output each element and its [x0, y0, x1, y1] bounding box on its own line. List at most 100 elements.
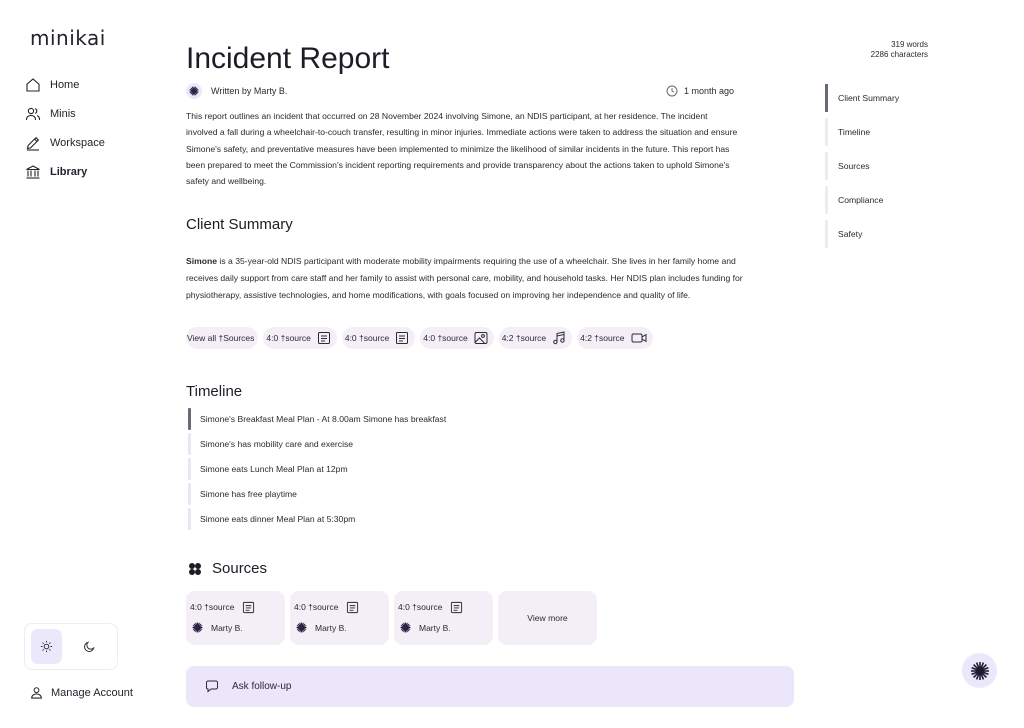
- intro-paragraph: This report outlines an incident that oc…: [186, 111, 738, 187]
- chip-label: 4:2 †source: [580, 333, 625, 343]
- source-card[interactable]: 4:0 †source Marty B.: [394, 591, 493, 645]
- toc-item-label: Safety: [838, 229, 863, 239]
- toc-item-client-summary[interactable]: Client Summary: [825, 84, 899, 112]
- document-icon: [346, 601, 359, 614]
- sidebar-item-workspace[interactable]: Workspace: [24, 128, 105, 157]
- sidebar-item-home[interactable]: Home: [24, 70, 105, 99]
- starburst-icon: [189, 86, 199, 96]
- sidebar-item-label: Library: [50, 165, 88, 178]
- source-card-label: 4:0 †source: [398, 602, 443, 612]
- manage-account-link[interactable]: Manage Account: [30, 686, 133, 699]
- source-chip[interactable]: 4:0 †source: [263, 327, 337, 349]
- source-card-author: Marty B.: [315, 622, 347, 633]
- video-icon: [631, 331, 647, 345]
- dark-mode-button[interactable]: [74, 629, 105, 664]
- starburst-icon: [970, 661, 990, 681]
- source-chip[interactable]: 4:0 †source: [341, 327, 416, 349]
- timestamp-label: 1 month ago: [683, 86, 734, 96]
- main-nav: Home Minis Workspace Library: [24, 70, 105, 186]
- client-name: Simone: [186, 256, 218, 266]
- source-chip[interactable]: 4:2 †source: [498, 327, 573, 349]
- page-title: Incident Report: [186, 42, 390, 75]
- avatar: [186, 83, 202, 99]
- sidebar: minikai Home Minis Workspace Library Man…: [0, 0, 170, 728]
- image-icon: [474, 331, 488, 345]
- source-card-author: Marty B.: [211, 622, 243, 633]
- ask-follow-up-input[interactable]: Ask follow-up: [186, 666, 794, 707]
- toc-item-label: Client Summary: [838, 93, 900, 103]
- app-logo[interactable]: minikai: [30, 26, 106, 50]
- timeline-item[interactable]: Simone eats Lunch Meal Plan at 12pm: [188, 458, 446, 480]
- starburst-icon: [296, 622, 307, 633]
- client-summary-paragraph: Simone is a 35-year-old NDIS participant…: [186, 253, 746, 303]
- toc-item-label: Compliance: [838, 195, 884, 205]
- author-label: Written by Marty B.: [211, 86, 288, 96]
- light-mode-button[interactable]: [31, 629, 62, 664]
- timeline-item[interactable]: Simone has free playtime: [188, 483, 446, 505]
- timeline-item-label: Simone eats dinner Meal Plan at 5:30pm: [200, 514, 356, 524]
- chip-label: 4:2 †source: [501, 333, 547, 343]
- chip-label: 4:0 †source: [344, 333, 390, 343]
- sidebar-item-label: Minis: [50, 107, 76, 120]
- assistant-button[interactable]: [962, 653, 997, 688]
- chat-icon: [205, 680, 219, 693]
- source-card-label: 4:0 †source: [294, 602, 339, 612]
- timeline-item-label: Simone has free playtime: [200, 489, 297, 499]
- source-chip[interactable]: 4:2 †source: [577, 327, 653, 349]
- word-count: 319 words: [891, 40, 928, 49]
- timeline-item[interactable]: Simone's has mobility care and exercise: [188, 433, 446, 455]
- users-icon: [24, 105, 42, 123]
- moon-icon: [83, 640, 96, 653]
- section-heading-timeline: Timeline: [186, 383, 243, 400]
- sun-icon: [40, 640, 53, 653]
- section-heading-client-summary: Client Summary: [186, 216, 293, 233]
- toc-item-compliance[interactable]: Compliance: [825, 186, 899, 214]
- ask-follow-up-label: Ask follow-up: [232, 681, 292, 692]
- timeline-item[interactable]: Simone eats dinner Meal Plan at 5:30pm: [188, 508, 446, 530]
- sidebar-item-label: Home: [50, 78, 80, 91]
- toc-item-safety[interactable]: Safety: [825, 220, 899, 248]
- sources-heading-label: Sources: [212, 560, 268, 577]
- clover-icon: [188, 562, 202, 576]
- starburst-icon: [400, 622, 411, 633]
- toc-item-sources[interactable]: Sources: [825, 152, 899, 180]
- pencil-icon: [24, 134, 42, 152]
- toc-item-label: Sources: [838, 161, 870, 171]
- source-card[interactable]: 4:0 †source Marty B.: [290, 591, 389, 645]
- table-of-contents: Client Summary Timeline Sources Complian…: [825, 84, 899, 254]
- timeline-list: Simone's Breakfast Meal Plan - At 8.00am…: [188, 408, 446, 533]
- sidebar-item-minis[interactable]: Minis: [24, 99, 105, 128]
- view-more-button[interactable]: View more: [498, 591, 597, 645]
- starburst-icon: [192, 622, 203, 633]
- source-chip[interactable]: 4:0 †source: [420, 327, 494, 349]
- chip-label: View all †Sources: [187, 333, 255, 343]
- client-summary-text: is a 35-year-old NDIS participant with m…: [186, 256, 743, 300]
- source-card-author: Marty B.: [419, 622, 451, 633]
- toc-item-label: Timeline: [838, 127, 871, 137]
- timeline-item-label: Simone's Breakfast Meal Plan - At 8.00am…: [200, 414, 447, 424]
- sidebar-item-library[interactable]: Library: [24, 157, 105, 186]
- music-icon: [552, 331, 566, 345]
- home-icon: [24, 76, 42, 94]
- sidebar-item-label: Workspace: [50, 136, 105, 149]
- clock-icon: [666, 85, 678, 97]
- document-stats: 319 words 2286 characters: [871, 40, 928, 60]
- character-count: 2286 characters: [870, 50, 928, 59]
- view-all-sources-chip[interactable]: View all †Sources: [186, 327, 259, 349]
- chip-label: 4:0 †source: [423, 333, 468, 343]
- document-icon: [395, 331, 409, 345]
- toc-item-timeline[interactable]: Timeline: [825, 118, 899, 146]
- user-icon: [30, 686, 43, 699]
- library-icon: [24, 163, 42, 181]
- source-card-label: 4:0 †source: [190, 602, 235, 612]
- document-icon: [450, 601, 463, 614]
- document-icon: [242, 601, 255, 614]
- source-chips: View all †Sources 4:0 †source 4:0 †sourc…: [186, 327, 653, 349]
- timeline-item[interactable]: Simone's Breakfast Meal Plan - At 8.00am…: [188, 408, 446, 430]
- document-icon: [317, 331, 331, 345]
- timeline-item-label: Simone eats Lunch Meal Plan at 12pm: [200, 464, 348, 474]
- document-meta: Written by Marty B. 1 month ago: [186, 83, 734, 99]
- source-cards: 4:0 †source Marty B. 4:0 †source Marty B…: [186, 591, 597, 645]
- source-card[interactable]: 4:0 †source Marty B.: [186, 591, 285, 645]
- timeline-item-label: Simone's has mobility care and exercise: [200, 439, 354, 449]
